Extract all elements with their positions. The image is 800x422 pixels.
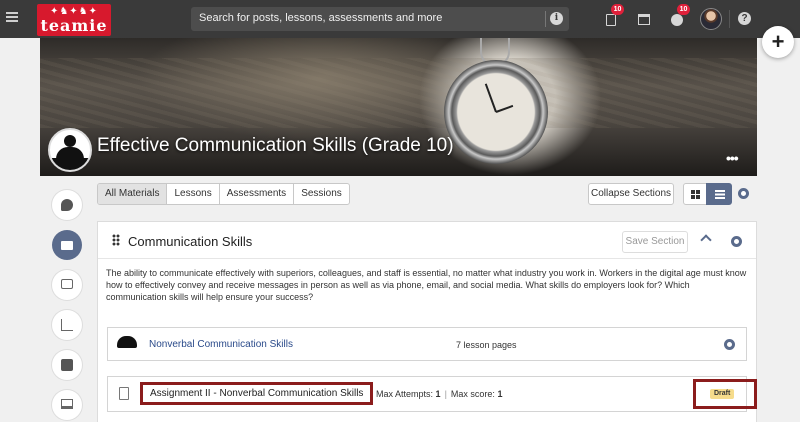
tab-sessions[interactable]: Sessions: [294, 184, 349, 204]
section-title: Communication Skills: [128, 234, 253, 249]
assignment-row[interactable]: Assignment II - Nonverbal Communication …: [107, 376, 757, 412]
rail-analytics[interactable]: [52, 310, 82, 340]
chat-bubble-icon: [61, 199, 73, 211]
assignment-meta: Max Attempts: 1 | Max score: 1: [376, 389, 503, 399]
grid-view-button[interactable]: [683, 183, 707, 205]
rail-people[interactable]: [52, 270, 82, 300]
lesson-page-count: 7 lesson pages: [456, 340, 517, 350]
section-gear-icon[interactable]: [731, 236, 742, 247]
id-card-icon: [61, 279, 73, 289]
notifications-badge: 10: [611, 4, 624, 15]
section-description: The ability to communicate effectively w…: [106, 268, 747, 302]
menu-icon[interactable]: [6, 12, 18, 22]
materials-filter-tabs: All Materials Lessons Assessments Sessio…: [97, 183, 350, 205]
lesson-gear-icon[interactable]: [724, 339, 735, 350]
teamie-logo[interactable]: ✦♞✦♞✦ teamie: [37, 4, 111, 36]
grid-icon: [691, 190, 700, 199]
section-panel: Communication Skills Save Section The ab…: [97, 221, 757, 422]
add-button[interactable]: +: [762, 26, 794, 58]
search-input[interactable]: Search for posts, lessons, assessments a…: [191, 7, 569, 31]
status-badge: Draft: [710, 389, 735, 399]
folder-icon: [61, 241, 73, 250]
globe-icon[interactable]: 10: [670, 4, 690, 28]
document-icon: [119, 387, 129, 400]
drag-handle-icon[interactable]: [112, 234, 120, 246]
pocket-watch-image: [444, 60, 548, 164]
list-icon: [715, 190, 725, 199]
settings-gear-icon[interactable]: [738, 188, 749, 199]
assignment-title-link[interactable]: Assignment II - Nonverbal Communication …: [140, 382, 374, 405]
lesson-title-link[interactable]: Nonverbal Communication Skills: [149, 339, 293, 350]
tab-lessons[interactable]: Lessons: [167, 184, 220, 204]
rail-posts[interactable]: [52, 190, 82, 220]
list-view-button[interactable]: [706, 183, 732, 205]
tab-all-materials[interactable]: All Materials: [98, 184, 168, 204]
search-placeholder: Search for posts, lessons, assessments a…: [199, 12, 443, 24]
lesson-row[interactable]: Nonverbal Communication Skills 7 lesson …: [107, 327, 747, 361]
rail-materials[interactable]: [52, 230, 82, 260]
notifications-icon[interactable]: 10: [604, 4, 624, 28]
calendar-icon[interactable]: [637, 10, 653, 28]
tab-assessments[interactable]: Assessments: [220, 184, 295, 204]
save-section-button[interactable]: Save Section: [622, 231, 688, 253]
monitor-icon: [61, 399, 73, 409]
rail-classroom[interactable]: [52, 390, 82, 420]
top-bar: ✦♞✦♞✦ teamie Search for posts, lessons, …: [0, 0, 800, 38]
course-avatar[interactable]: [48, 128, 92, 172]
course-title: Effective Communication Skills (Grade 10…: [97, 135, 454, 156]
bar-chart-icon: [61, 319, 73, 331]
help-icon[interactable]: ?: [738, 12, 751, 25]
user-avatar[interactable]: [700, 8, 722, 30]
globe-badge: 10: [677, 4, 690, 15]
checkbox-icon: [61, 359, 73, 371]
more-options-icon[interactable]: •••: [726, 150, 739, 166]
rail-tasks[interactable]: [52, 350, 82, 380]
info-icon[interactable]: i: [550, 12, 563, 25]
draft-highlight: Draft: [693, 379, 757, 409]
graduation-cap-icon: [117, 336, 137, 348]
collapse-sections-button[interactable]: Collapse Sections: [588, 183, 674, 205]
course-banner: Effective Communication Skills (Grade 10…: [40, 38, 757, 176]
chevron-up-icon[interactable]: [700, 234, 712, 246]
